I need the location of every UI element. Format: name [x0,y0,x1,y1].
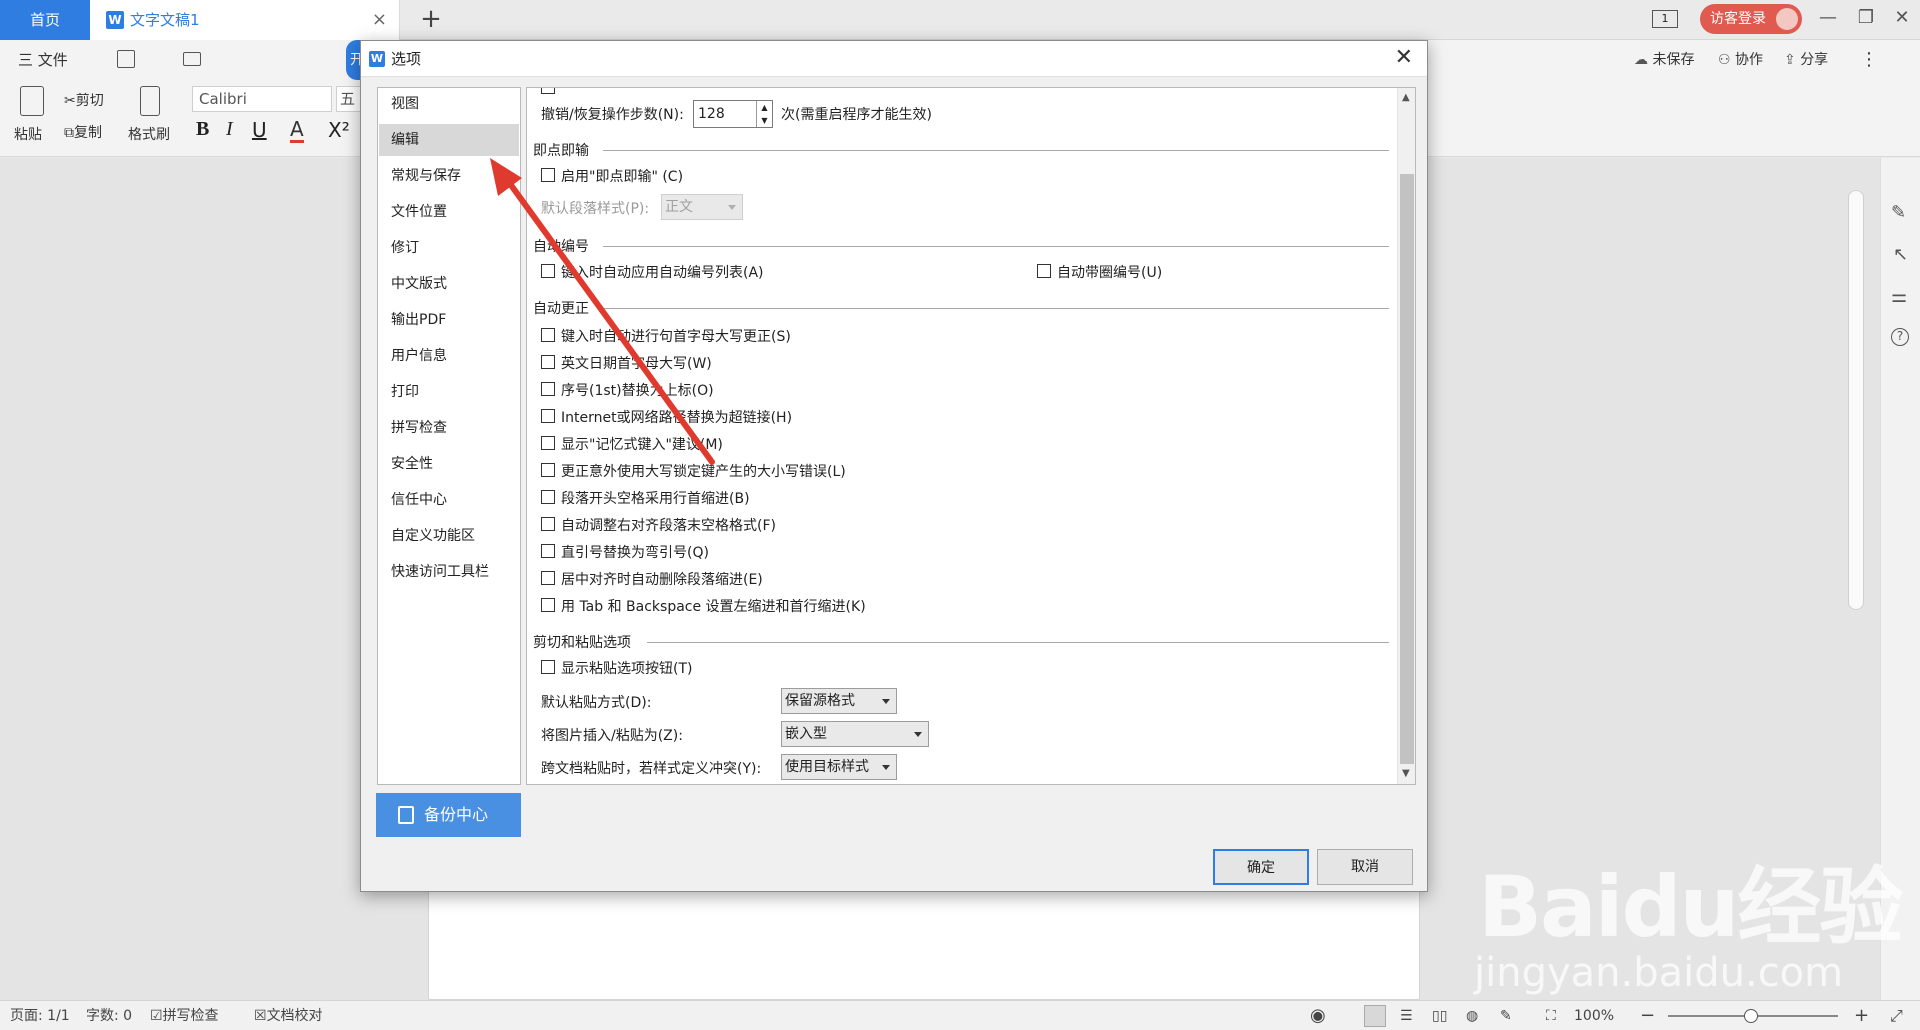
watermark-brand: Baidu经验 [1478,858,1903,956]
watermark-url: jingyan.baidu.com [1474,950,1844,996]
baidu-watermark: Baidu经验 jingyan.baidu.com [1470,800,1910,1000]
